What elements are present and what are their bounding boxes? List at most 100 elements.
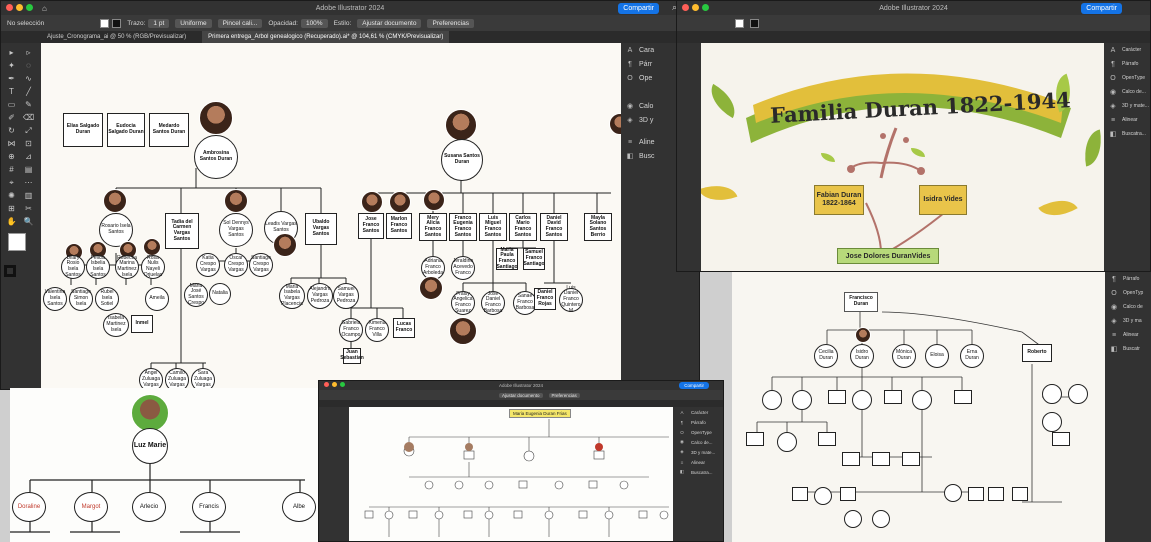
tree-node[interactable] xyxy=(1068,384,1088,404)
panel-pathfinder[interactable]: ◧ Buscatra... xyxy=(1104,127,1150,141)
panel-3d[interactable]: ◈ 3D y mate... xyxy=(1104,99,1150,113)
type-tool-icon[interactable]: T xyxy=(4,86,19,97)
tree-node[interactable] xyxy=(1012,487,1028,501)
stroke-swatch[interactable] xyxy=(112,18,122,28)
tree-node[interactable]: Eudocia Salgado Duran xyxy=(107,113,145,147)
paintbrush-icon[interactable]: ✎ xyxy=(21,99,36,110)
perspective-icon[interactable]: ⊿ xyxy=(21,151,36,162)
tree-node[interactable]: Luis Daniel Franco Quintero M xyxy=(559,285,583,314)
panel-paragraph[interactable]: ¶ Párrafo xyxy=(1104,57,1150,71)
family-tree-closeup[interactable]: Luz Marie Doraline Margot Arlecio Franci… xyxy=(10,388,320,542)
tree-node[interactable]: Jose Franco Santos xyxy=(358,213,384,239)
tree-node[interactable]: Dilary Rosio Isela Santos xyxy=(61,255,85,279)
share-button[interactable]: Compartir xyxy=(618,3,659,14)
opacity-field[interactable]: 100% xyxy=(300,18,328,28)
tree-node-root[interactable]: Francisco Duran xyxy=(844,292,878,312)
graph-tool-icon[interactable]: ▥ xyxy=(21,190,36,201)
share-button[interactable]: Compartir xyxy=(679,382,709,389)
panel-character[interactable]: A Carácter xyxy=(1104,43,1150,57)
tree-node[interactable]: Maria José Santos Crespo xyxy=(184,283,208,307)
tree-node[interactable] xyxy=(792,487,808,501)
tree-node[interactable] xyxy=(777,432,797,452)
tree-node[interactable]: Maria Isabela Vargas Placencia xyxy=(279,283,305,309)
panel-character[interactable]: A Carácter xyxy=(673,407,723,417)
tree-node[interactable] xyxy=(968,487,984,501)
gradient-icon[interactable]: ▤ xyxy=(21,164,36,175)
tree-node[interactable]: Marlon Franco Santos xyxy=(386,213,412,239)
tree-node[interactable] xyxy=(852,390,872,410)
minimize-window-button[interactable] xyxy=(16,4,23,11)
free-transform-icon[interactable]: ⊡ xyxy=(21,138,36,149)
brush-select[interactable]: Pincel cali... xyxy=(217,18,263,28)
panel-image-trace[interactable]: ◉ Calco de... xyxy=(1104,85,1150,99)
tree-node[interactable]: Eloisa xyxy=(925,344,949,368)
tree-node[interactable] xyxy=(872,510,890,528)
artboard-canvas[interactable] xyxy=(701,43,1106,271)
panel-paragraph[interactable]: ¶ Párrafo xyxy=(1105,272,1151,286)
tree-node[interactable]: Albe xyxy=(282,492,316,522)
tree-node[interactable]: Medardo Santos Duran xyxy=(149,113,189,147)
tree-node[interactable]: Inmel xyxy=(131,315,153,333)
tree-node[interactable]: Arlecio xyxy=(132,492,166,522)
tree-node[interactable]: Mery Alicia Franco Santos xyxy=(419,213,447,241)
tree-node[interactable]: Ubaldo Vargas Santos xyxy=(305,213,337,245)
fill-swatch[interactable] xyxy=(100,18,110,28)
tree-node[interactable] xyxy=(762,390,782,410)
shaper-icon[interactable]: ✐ xyxy=(4,112,19,123)
panel-opentype[interactable]: O OpenTyp xyxy=(1105,286,1151,300)
preferences-button[interactable]: Preferencias xyxy=(427,18,474,28)
width-tool-icon[interactable]: ⋈ xyxy=(4,138,19,149)
tree-node[interactable]: Francis xyxy=(192,492,226,522)
fill-swatch[interactable] xyxy=(735,18,744,28)
tree-node[interactable]: Felicia Isbelia Isela Santos xyxy=(86,255,110,279)
selection-tool-icon[interactable]: ▸ xyxy=(4,47,19,58)
tree-node[interactable]: Margot xyxy=(74,492,108,522)
zoom-window-button[interactable] xyxy=(26,4,33,11)
slice-icon[interactable]: ✂ xyxy=(21,203,36,214)
panel-image-trace[interactable]: ◉ Calco de xyxy=(1105,300,1151,314)
tree-node[interactable] xyxy=(844,510,862,528)
eyedropper-icon[interactable]: ⌖ xyxy=(4,177,19,188)
rectangle-tool-icon[interactable]: ▭ xyxy=(4,99,19,110)
tree-node[interactable]: Isidro Duran xyxy=(850,344,874,368)
stroke-swatch[interactable] xyxy=(750,18,759,28)
tree-node[interactable]: Maria Paula Franco Santiago xyxy=(496,247,518,270)
tree-node[interactable]: Tadia del Carmen Vargas Santos xyxy=(165,213,199,249)
tree-node[interactable]: Mayla Solano Santos Berrio xyxy=(584,213,612,241)
zoom-window-button[interactable] xyxy=(340,382,345,387)
parent-label-left[interactable]: Fabian Duran 1822-1864 xyxy=(814,185,864,215)
child-label[interactable]: Jose Dolores DuranVides xyxy=(837,248,939,264)
tree-node-root[interactable]: Luz Marie xyxy=(132,428,168,464)
adjust-document-button[interactable]: Ajustar documento xyxy=(499,392,543,398)
curvature-icon[interactable]: ∿ xyxy=(21,73,36,84)
tree-node[interactable]: Alejandro Vargas Pedroza xyxy=(307,283,333,309)
tree-node[interactable]: Ameila xyxy=(145,287,169,311)
artboard-tool-icon[interactable]: ⊞ xyxy=(4,203,19,214)
tree-node[interactable] xyxy=(842,452,860,466)
panel-3d[interactable]: ◈ 3D y mate... xyxy=(673,447,723,457)
adjust-document-button[interactable]: Ajustar documento xyxy=(357,18,422,28)
fill-color-icon[interactable] xyxy=(8,233,26,251)
stroke-color-icon[interactable] xyxy=(4,265,16,277)
panel-pathfinder[interactable]: ◧ Buscatra... xyxy=(673,467,723,477)
parent-label-right[interactable]: Isidra Vides xyxy=(919,185,967,215)
tree-node[interactable]: Katia Crespo Vargas xyxy=(196,253,220,277)
tree-node[interactable] xyxy=(840,487,856,501)
tree-node[interactable]: Santiago Simon Isela xyxy=(69,287,93,311)
tree-node[interactable] xyxy=(814,487,832,505)
pen-tool-icon[interactable]: ✒ xyxy=(4,73,19,84)
tree-node[interactable]: Jeraldine Acevedo Franco xyxy=(451,256,475,280)
tree-node[interactable]: Ximena Franco Villa xyxy=(365,318,389,342)
tree-node[interactable]: Doraline xyxy=(12,492,46,522)
tree-node[interactable]: Roberto xyxy=(1022,344,1052,362)
tree-node[interactable] xyxy=(912,390,932,410)
tree-node[interactable]: Valentina Isela Santos xyxy=(43,287,67,311)
panel-3d[interactable]: ◈ 3D y ma xyxy=(1105,314,1151,328)
blend-icon[interactable]: ⋯ xyxy=(21,177,36,188)
mesh-icon[interactable]: # xyxy=(4,164,19,175)
preferences-button[interactable]: Preferencias xyxy=(548,392,580,398)
tree-node[interactable]: Samuel Franco Santiago xyxy=(523,248,545,270)
tree-node[interactable]: Isabela Martinez Isela xyxy=(103,313,129,337)
tree-node[interactable]: Rosa Nulis Nayeli Orjuelas xyxy=(141,255,165,279)
minimize-window-button[interactable] xyxy=(692,4,699,11)
